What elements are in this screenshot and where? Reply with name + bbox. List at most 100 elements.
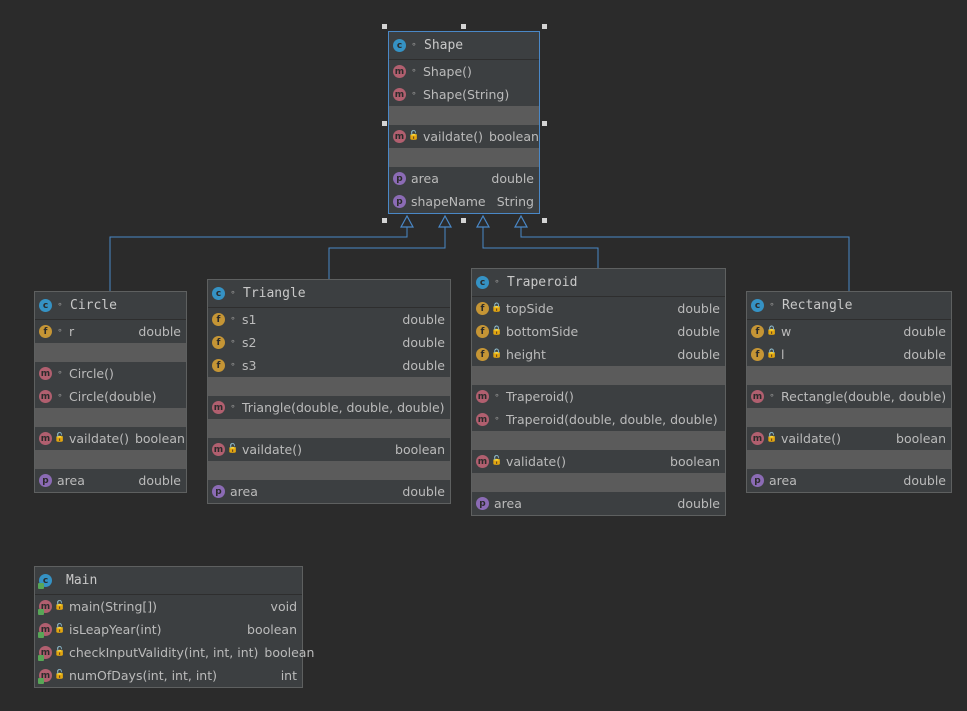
class-shape[interactable]: c ∘ Shape m ∘ Shape() m ∘ Shape(String) …	[388, 31, 540, 214]
member-type: boolean	[264, 645, 315, 660]
package-visibility-icon: ∘	[230, 360, 236, 370]
member-type: double	[677, 324, 720, 339]
section-separator	[389, 106, 539, 125]
field-icon: f	[476, 348, 489, 361]
member-row[interactable]: p area double	[389, 167, 539, 190]
member-label: s3	[242, 358, 257, 373]
member-label: area	[230, 484, 258, 499]
member-row[interactable]: m ∘ Traperoid(double, double, double)	[472, 408, 725, 431]
class-triangle[interactable]: c ∘ Triangle f ∘ s1 double f ∘ s2 double…	[207, 279, 451, 504]
static-marker-icon	[38, 678, 44, 684]
member-type: double	[677, 347, 720, 362]
member-row[interactable]: p area double	[208, 480, 450, 503]
member-row[interactable]: f 🔒 height double	[472, 343, 725, 366]
member-row[interactable]: f 🔒 topSide double	[472, 297, 725, 320]
resize-handle-br[interactable]	[542, 218, 547, 223]
member-row[interactable]: p shapeName String	[389, 190, 539, 213]
member-row[interactable]: m 🔓 numOfDays(int, int, int) int	[35, 664, 302, 687]
member-row[interactable]: m ∘ Shape()	[389, 60, 539, 83]
member-label: area	[57, 473, 85, 488]
member-row[interactable]: p area double	[747, 469, 951, 492]
class-header: c ∘ Rectangle	[747, 292, 951, 320]
class-main[interactable]: c Main m 🔓 main(String[]) void m 🔓 isLea…	[34, 566, 314, 688]
member-type: double	[677, 496, 720, 511]
member-label: bottomSide	[506, 324, 579, 339]
member-label: Circle()	[69, 366, 114, 381]
resize-handle-tr[interactable]	[542, 24, 547, 29]
method-icon: m	[751, 432, 764, 445]
member-row[interactable]: m 🔓 vaildate() boolean	[389, 125, 539, 148]
resize-handle-bm[interactable]	[461, 218, 466, 223]
class-traperoid[interactable]: c ∘ Traperoid f 🔒 topSide double f 🔒 bot…	[471, 268, 726, 516]
member-row[interactable]: m 🔓 vaildate() boolean	[208, 438, 450, 461]
method-icon: m	[393, 65, 406, 78]
member-row[interactable]: m 🔓 vaildate() boolean	[35, 427, 186, 450]
section-separator	[35, 408, 186, 427]
member-row[interactable]: m 🔓 validate() boolean	[472, 450, 725, 473]
member-label: vaildate()	[423, 129, 483, 144]
member-row[interactable]: m 🔓 isLeapYear(int) boolean	[35, 618, 302, 641]
class-icon: c	[751, 299, 764, 312]
static-method-icon: m	[38, 669, 52, 684]
member-row[interactable]: f 🔒 l double	[747, 343, 951, 366]
member-row[interactable]: m ∘ Traperoid()	[472, 385, 725, 408]
section-separator	[208, 377, 450, 396]
resize-handle-tm[interactable]	[461, 24, 466, 29]
member-row[interactable]: m 🔓 checkInputValidity(int, int, int) bo…	[35, 641, 314, 664]
field-icon: f	[751, 348, 764, 361]
member-type: double	[402, 484, 445, 499]
member-row[interactable]: p area double	[35, 469, 186, 492]
arrowhead-triangle	[437, 214, 453, 228]
member-row[interactable]: p area double	[472, 492, 725, 515]
field-icon: f	[212, 313, 225, 326]
field-icon: f	[476, 325, 489, 338]
member-label: area	[411, 171, 439, 186]
public-lock-icon: 🔓	[408, 131, 420, 141]
class-header: c Main	[35, 567, 302, 595]
member-row[interactable]: m ∘ Shape(String)	[389, 83, 539, 106]
package-visibility-icon: ∘	[57, 326, 63, 336]
member-row[interactable]: m ∘ Rectangle(double, double)	[747, 385, 951, 408]
class-circle[interactable]: c ∘ Circle f ∘ r double m ∘ Circle() m ∘…	[34, 291, 187, 493]
member-row[interactable]: f 🔒 bottomSide double	[472, 320, 725, 343]
field-icon: f	[39, 325, 52, 338]
member-label: area	[769, 473, 797, 488]
member-row[interactable]: f ∘ s3 double	[208, 354, 450, 377]
class-name: Main	[66, 573, 98, 588]
property-icon: p	[212, 485, 225, 498]
private-lock-icon: 🔒	[491, 303, 503, 313]
class-icon: c	[476, 276, 489, 289]
member-row[interactable]: m 🔓 main(String[]) void	[35, 595, 302, 618]
static-method-icon: m	[38, 646, 52, 661]
member-type: double	[402, 312, 445, 327]
member-type: double	[138, 324, 181, 339]
member-row[interactable]: m ∘ Circle(double)	[35, 385, 186, 408]
member-row[interactable]: f 🔒 w double	[747, 320, 951, 343]
member-type: double	[677, 301, 720, 316]
member-label: s2	[242, 335, 257, 350]
member-row[interactable]: m 🔓 vaildate() boolean	[747, 427, 951, 450]
member-type: boolean	[896, 431, 946, 446]
member-row[interactable]: m ∘ Triangle(double, double, double)	[208, 396, 450, 419]
member-row[interactable]: f ∘ r double	[35, 320, 186, 343]
method-icon: m	[476, 413, 489, 426]
member-label: s1	[242, 312, 257, 327]
member-label: Shape()	[423, 64, 472, 79]
class-rectangle[interactable]: c ∘ Rectangle f 🔒 w double f 🔒 l double …	[746, 291, 952, 493]
resize-handle-mr[interactable]	[542, 121, 547, 126]
method-icon: m	[393, 130, 406, 143]
member-row[interactable]: m ∘ Circle()	[35, 362, 186, 385]
section-separator	[389, 148, 539, 167]
class-name: Shape	[424, 38, 464, 53]
member-type: double	[402, 358, 445, 373]
class-header: c ∘ Traperoid	[472, 269, 725, 297]
resize-handle-ml[interactable]	[382, 121, 387, 126]
member-row[interactable]: f ∘ s2 double	[208, 331, 450, 354]
edge-triangle-to-shape	[328, 226, 446, 279]
resize-handle-bl[interactable]	[382, 218, 387, 223]
member-label: shapeName	[411, 194, 486, 209]
resize-handle-tl[interactable]	[382, 24, 387, 29]
method-icon: m	[212, 443, 225, 456]
member-type: double	[903, 347, 946, 362]
member-row[interactable]: f ∘ s1 double	[208, 308, 450, 331]
